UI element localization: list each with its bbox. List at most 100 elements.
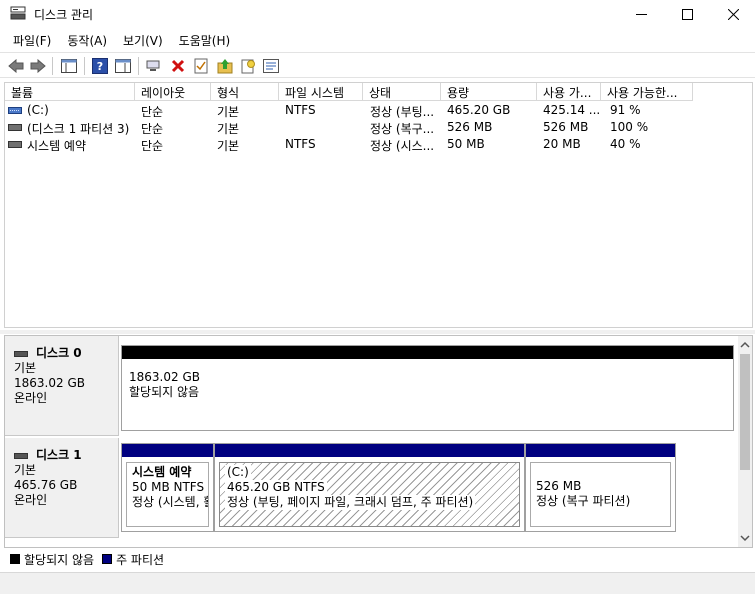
cell-free-space: 526 MB bbox=[543, 120, 589, 134]
connect-icon bbox=[146, 60, 160, 71]
pane-splitter[interactable] bbox=[0, 330, 755, 334]
col-percent-free[interactable]: 사용 가능한... bbox=[601, 83, 693, 101]
volume-list-header: 볼륨 레이아웃 형식 파일 시스템 상태 용량 사용 가... 사용 가능한..… bbox=[5, 83, 752, 101]
cell-filesystem bbox=[285, 119, 363, 136]
view-icon bbox=[263, 59, 279, 73]
cell-percent-free: 91 % bbox=[610, 103, 641, 117]
window-title: 디스크 관리 bbox=[34, 8, 94, 22]
up-folder-button[interactable] bbox=[215, 56, 235, 76]
cell-layout: 단순 bbox=[141, 105, 164, 119]
disk-management-app-icon bbox=[10, 6, 26, 20]
col-volume[interactable]: 볼륨 bbox=[5, 83, 135, 101]
help-button[interactable]: ? bbox=[90, 56, 110, 76]
back-arrow-icon bbox=[8, 59, 24, 73]
properties-button[interactable] bbox=[191, 56, 211, 76]
vertical-scrollbar[interactable] bbox=[738, 336, 752, 547]
partition-system-reserved[interactable]: 시스템 예약 50 MB NTFS 정상 (시스템, 활 bbox=[121, 443, 214, 532]
table-row[interactable]: (C:) 단순 기본 NTFS 정상 (부팅... 465.20 GB 425.… bbox=[5, 102, 752, 119]
forward-arrow-icon bbox=[30, 59, 46, 73]
primary-partition-bar bbox=[122, 444, 213, 457]
maximize-icon bbox=[681, 8, 693, 20]
console-tree-button[interactable] bbox=[59, 56, 79, 76]
cell-volume: 시스템 예약 bbox=[27, 139, 87, 153]
disk-icon bbox=[14, 350, 28, 357]
partition-title: 시스템 예약 bbox=[132, 465, 192, 479]
cell-status: 정상 (시스... bbox=[370, 139, 435, 153]
partition-status: 정상 (부팅, 페이지 파일, 크래시 덤프, 주 파티션) bbox=[225, 495, 476, 510]
svg-text:?: ? bbox=[97, 60, 103, 73]
cell-capacity: 526 MB bbox=[447, 120, 493, 134]
cell-capacity: 465.20 GB bbox=[447, 103, 511, 117]
disk-0-size: 1863.02 GB bbox=[14, 376, 85, 390]
cell-layout: 단순 bbox=[141, 122, 164, 136]
disk-1-header[interactable]: 디스크 1 기본 465.76 GB 온라인 bbox=[5, 438, 119, 538]
primary-partition-bar bbox=[215, 444, 524, 457]
partition-title: (C:) bbox=[225, 465, 251, 480]
table-row[interactable]: (디스크 1 파티션 3) 단순 기본 정상 (복구... 526 MB 526… bbox=[5, 119, 752, 136]
cell-filesystem: NTFS bbox=[285, 103, 316, 117]
disk-management-window: 디스크 관리 파일(F) 동작(A) 보기(V) 도움말(H) ? 볼륨 레이아… bbox=[0, 0, 755, 594]
properties-icon bbox=[194, 58, 208, 74]
col-type[interactable]: 형식 bbox=[211, 83, 279, 101]
help-icon: ? bbox=[92, 58, 108, 74]
new-icon bbox=[241, 59, 255, 74]
cell-layout: 단순 bbox=[141, 139, 164, 153]
menu-view[interactable]: 보기(V) bbox=[117, 30, 169, 50]
up-folder-icon bbox=[217, 59, 233, 74]
col-status[interactable]: 상태 bbox=[363, 83, 441, 101]
menu-file[interactable]: 파일(F) bbox=[7, 30, 57, 50]
partition-recovery[interactable]: 526 MB 정상 (복구 파티션) bbox=[525, 443, 676, 532]
partition-status: 정상 (복구 파티션) bbox=[536, 494, 631, 508]
col-layout[interactable]: 레이아웃 bbox=[135, 83, 211, 101]
partition-c-drive[interactable]: (C:) 465.20 GB NTFS 정상 (부팅, 페이지 파일, 크래시 … bbox=[214, 443, 525, 532]
disk-0-status: 온라인 bbox=[14, 391, 48, 405]
disk-0-unallocated-partition[interactable]: 1863.02 GB 할당되지 않음 bbox=[121, 345, 734, 431]
console-tree-icon bbox=[61, 59, 77, 73]
action-pane-button[interactable] bbox=[113, 56, 133, 76]
toolbar-separator bbox=[84, 57, 85, 75]
col-free-space[interactable]: 사용 가... bbox=[537, 83, 601, 101]
disk-1-name: 디스크 1 bbox=[14, 448, 118, 463]
scrollbar-thumb[interactable] bbox=[740, 354, 750, 470]
cell-type: 기본 bbox=[217, 122, 240, 136]
col-capacity[interactable]: 용량 bbox=[441, 83, 537, 101]
cell-free-space: 20 MB bbox=[543, 137, 581, 151]
volume-icon bbox=[8, 141, 22, 148]
toolbar-separator bbox=[138, 57, 139, 75]
forward-button[interactable] bbox=[28, 56, 48, 76]
connect-button[interactable] bbox=[144, 56, 164, 76]
partition-status: 정상 (시스템, 활 bbox=[132, 495, 209, 509]
cell-volume: (C:) bbox=[27, 103, 49, 117]
toolbar: ? bbox=[0, 52, 755, 78]
cell-status: 정상 (부팅... bbox=[370, 105, 435, 119]
view-button[interactable] bbox=[261, 56, 281, 76]
volume-list[interactable]: 볼륨 레이아웃 형식 파일 시스템 상태 용량 사용 가... 사용 가능한..… bbox=[4, 82, 753, 328]
scroll-down-icon bbox=[740, 535, 750, 542]
cell-volume: (디스크 1 파티션 3) bbox=[27, 122, 130, 136]
legend: 할당되지 않음 주 파티션 bbox=[4, 548, 753, 570]
delete-button[interactable] bbox=[168, 56, 188, 76]
volume-icon bbox=[8, 124, 22, 131]
close-button[interactable] bbox=[710, 0, 755, 28]
cell-percent-free: 40 % bbox=[610, 137, 641, 151]
disk-graphical-view: 디스크 0 기본 1863.02 GB 온라인 1863.02 GB 할당되지 … bbox=[4, 335, 753, 548]
menu-action[interactable]: 동작(A) bbox=[61, 30, 113, 50]
back-button[interactable] bbox=[6, 56, 26, 76]
cell-filesystem: NTFS bbox=[285, 137, 316, 151]
partition-status: 할당되지 않음 bbox=[129, 385, 200, 399]
cell-type: 기본 bbox=[217, 139, 240, 153]
menu-help[interactable]: 도움말(H) bbox=[173, 30, 237, 50]
disk-1-status: 온라인 bbox=[14, 493, 48, 507]
scroll-up-icon bbox=[740, 341, 750, 348]
minimize-icon bbox=[635, 13, 647, 15]
minimize-button[interactable] bbox=[618, 0, 664, 28]
disk-1-type: 기본 bbox=[14, 463, 37, 477]
disk-0-header[interactable]: 디스크 0 기본 1863.02 GB 온라인 bbox=[5, 336, 119, 436]
maximize-button[interactable] bbox=[664, 0, 710, 28]
table-row[interactable]: 시스템 예약 단순 기본 NTFS 정상 (시스... 50 MB 20 MB … bbox=[5, 136, 752, 153]
new-button[interactable] bbox=[238, 56, 258, 76]
action-pane-icon bbox=[115, 59, 131, 73]
cell-free-space: 425.14 ... bbox=[543, 103, 601, 117]
col-filesystem[interactable]: 파일 시스템 bbox=[279, 83, 363, 101]
cell-type: 기본 bbox=[217, 105, 240, 119]
